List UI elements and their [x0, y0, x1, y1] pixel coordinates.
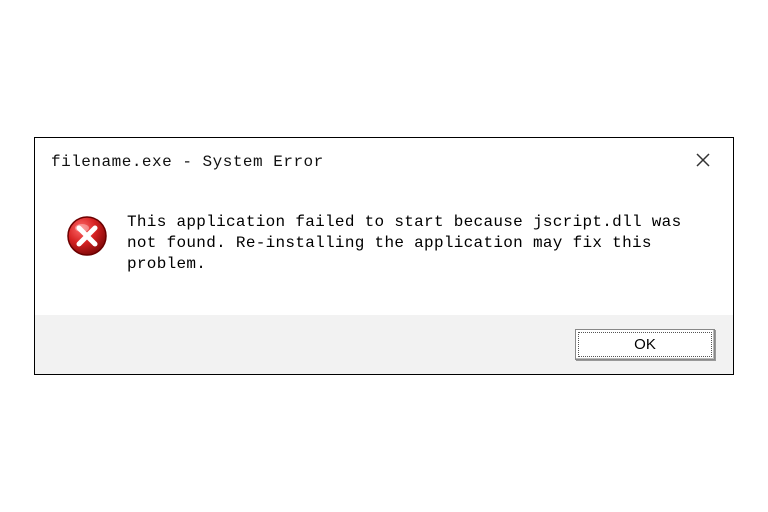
error-icon: [65, 214, 109, 263]
error-message: This application failed to start because…: [127, 212, 703, 274]
close-icon: [695, 152, 711, 168]
dialog-body: This application failed to start because…: [35, 182, 733, 314]
dialog-title: filename.exe - System Error: [51, 153, 324, 171]
titlebar: filename.exe - System Error: [35, 138, 733, 182]
dialog-footer: OK: [35, 315, 733, 374]
close-button[interactable]: [689, 150, 717, 174]
ok-button[interactable]: OK: [575, 329, 715, 360]
system-error-dialog: filename.exe - System Error: [34, 137, 734, 374]
